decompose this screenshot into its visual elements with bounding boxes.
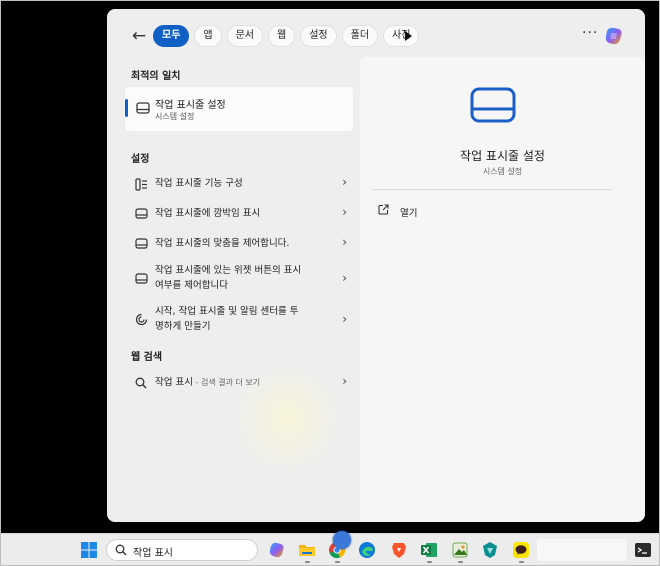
filter-tabs: 모두 앱 문서 웹 설정 폴더 사진 (153, 25, 420, 47)
terminal-icon[interactable] (634, 541, 652, 559)
running-indicator (458, 561, 463, 563)
list-item-label: 작업 표시줄의 맞춤을 제어합니다. (155, 238, 290, 249)
transparency-icon (135, 313, 148, 326)
copilot-icon[interactable] (603, 25, 625, 47)
taskbar-icon (135, 208, 148, 219)
search-filter-bar: ← 모두 앱 문서 웹 설정 폴더 사진 ··· (107, 9, 645, 57)
chevron-right-icon: › (342, 374, 347, 388)
detail-title: 작업 표시줄 설정 (460, 149, 545, 163)
selection-indicator (125, 99, 128, 117)
best-match-subtitle: 시스템 설정 (155, 112, 195, 121)
windows-start-icon[interactable] (80, 541, 98, 559)
running-indicator (519, 561, 524, 563)
list-item-label: 시작, 작업 표시줄 및 알림 센터를 투 명하게 만들기 (155, 304, 299, 334)
edge-icon[interactable] (358, 541, 376, 559)
tab-documents[interactable]: 문서 (226, 25, 264, 47)
search-icon (135, 377, 147, 389)
system-tray-area[interactable] (537, 539, 627, 561)
chevron-right-icon: › (342, 235, 347, 249)
excel-icon[interactable] (420, 541, 438, 559)
detail-subtitle: 시스템 설정 (482, 167, 523, 176)
open-label: 열기 (400, 208, 418, 219)
search-panel: ← 모두 앱 문서 웹 설정 폴더 사진 ··· 최적의 일치 작업 표시줄 설… (107, 9, 645, 522)
taskbar-icon (135, 273, 148, 284)
list-item[interactable]: 작업 표시줄에 있는 위젯 버튼의 표시 여부를 제어합니다 › (125, 260, 353, 298)
taskbar-settings-large-icon (470, 87, 516, 123)
best-match-heading: 최적의 일치 (131, 71, 181, 82)
file-explorer-icon[interactable] (298, 541, 316, 559)
running-indicator (335, 561, 340, 563)
taskbar-features-icon (135, 178, 147, 191)
tab-settings[interactable]: 설정 (300, 25, 337, 47)
tab-all[interactable]: 모두 (153, 25, 190, 47)
running-indicator (427, 561, 432, 563)
tab-photos[interactable]: 사진 (383, 25, 420, 47)
web-search-heading: 웹 검색 (131, 352, 163, 363)
chevron-right-icon: › (342, 175, 347, 189)
best-match-title: 작업 표시줄 설정 (155, 100, 226, 111)
list-item-label-line2: 명하게 만들기 (155, 321, 211, 332)
web-search-item[interactable]: 작업 표시 - 검색 결과 더 보기 › (125, 368, 353, 398)
chevron-right-icon: › (342, 271, 347, 285)
web-search-label: 작업 표시 - 검색 결과 더 보기 (155, 375, 260, 390)
taskbar-icon (135, 238, 148, 249)
copilot-icon[interactable] (268, 541, 286, 559)
list-item[interactable]: 시작, 작업 표시줄 및 알림 센터를 투 명하게 만들기 › (125, 301, 353, 339)
back-arrow-icon[interactable]: ← (129, 26, 149, 46)
tab-web[interactable]: 웹 (268, 25, 296, 47)
running-indicator (305, 561, 310, 563)
tab-folders[interactable]: 폴더 (341, 25, 379, 47)
tab-apps[interactable]: 앱 (194, 25, 222, 47)
results-list: 최적의 일치 작업 표시줄 설정 시스템 설정 설정 작업 표시줄 기능 구성 … (107, 57, 360, 522)
taskbar-search-box[interactable]: 작업 표시 (106, 539, 258, 561)
photos-icon[interactable] (451, 541, 469, 559)
taskbar-icon (136, 102, 150, 114)
brave-icon[interactable] (390, 541, 408, 559)
play-more-tabs-icon[interactable] (405, 31, 412, 41)
open-external-icon (378, 204, 389, 215)
list-item[interactable]: 작업 표시줄 기능 구성 › (125, 169, 353, 199)
list-item-label-line2: 여부를 제어합니다 (155, 280, 228, 291)
settings-heading: 설정 (131, 154, 150, 165)
list-item-label: 작업 표시줄에 있는 위젯 버튼의 표시 여부를 제어합니다 (155, 263, 301, 293)
web-search-query: 작업 표시 (155, 377, 193, 388)
list-item-label: 작업 표시줄 기능 구성 (155, 178, 243, 189)
chevron-right-icon: › (342, 205, 347, 219)
list-item-label: 작업 표시줄에 깜박임 표시 (155, 208, 261, 219)
search-icon (115, 544, 127, 556)
list-item-label-line1: 시작, 작업 표시줄 및 알림 센터를 투 (155, 306, 299, 317)
list-item-label-line1: 작업 표시줄에 있는 위젯 버튼의 표시 (155, 265, 302, 276)
list-item[interactable]: 작업 표시줄의 맞춤을 제어합니다. › (125, 229, 353, 259)
detail-pane: 작업 표시줄 설정 시스템 설정 열기 (360, 57, 645, 522)
kakaotalk-icon[interactable] (512, 541, 530, 559)
taskbar: 작업 표시 (1, 533, 659, 565)
web-search-suffix: - 검색 결과 더 보기 (192, 378, 261, 387)
divider (372, 189, 612, 190)
more-options-button[interactable]: ··· (582, 25, 598, 41)
list-item[interactable]: 작업 표시줄에 깜박임 표시 › (125, 199, 353, 229)
taskbar-search-text: 작업 표시 (133, 548, 173, 559)
chevron-right-icon: › (342, 312, 347, 326)
best-match-item[interactable]: 작업 표시줄 설정 시스템 설정 (125, 87, 353, 131)
mouse-cursor-indicator (333, 531, 351, 549)
app-icon[interactable] (481, 541, 499, 559)
